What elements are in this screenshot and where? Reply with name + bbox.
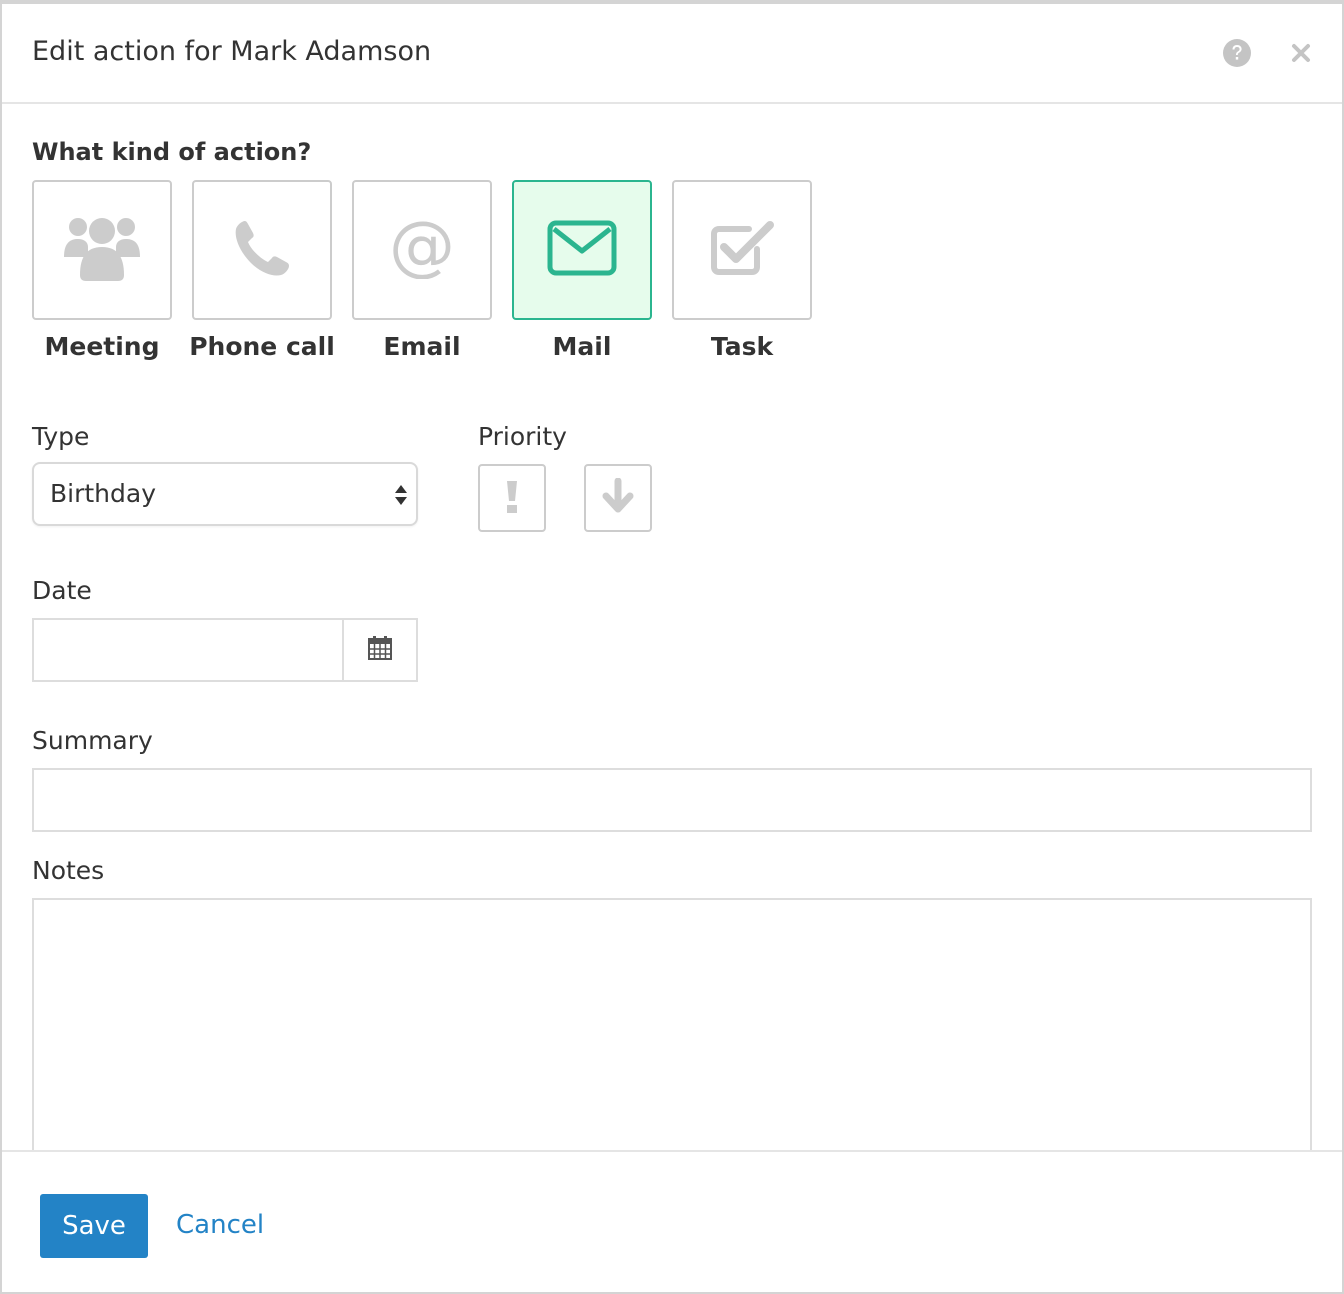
date-label: Date bbox=[32, 576, 92, 605]
at-icon: @ bbox=[389, 207, 455, 284]
priority-label: Priority bbox=[478, 422, 567, 451]
arrow-down-icon bbox=[600, 477, 636, 518]
edit-action-dialog: Edit action for Mark Adamson What kind o… bbox=[0, 0, 1344, 1294]
priority-high-button[interactable] bbox=[478, 464, 546, 532]
date-picker-button[interactable] bbox=[342, 618, 418, 682]
svg-text:@: @ bbox=[391, 217, 453, 279]
calendar-icon bbox=[367, 635, 393, 665]
action-kind-heading: What kind of action? bbox=[32, 138, 312, 166]
action-kind-task[interactable]: Task bbox=[672, 180, 812, 380]
action-kind-label: Email bbox=[383, 332, 461, 361]
envelope-icon bbox=[547, 220, 617, 280]
summary-input[interactable] bbox=[32, 768, 1312, 832]
cancel-link[interactable]: Cancel bbox=[176, 1210, 264, 1240]
exclamation-icon bbox=[505, 479, 519, 517]
priority-low-button[interactable] bbox=[584, 464, 652, 532]
phone-icon bbox=[233, 219, 291, 281]
notes-textarea[interactable] bbox=[32, 898, 1312, 1168]
dialog-header: Edit action for Mark Adamson bbox=[2, 4, 1342, 104]
phone-call-tile[interactable] bbox=[192, 180, 332, 320]
summary-label: Summary bbox=[32, 726, 153, 755]
date-input[interactable] bbox=[32, 618, 342, 682]
dialog-footer: Save Cancel bbox=[2, 1150, 1342, 1292]
checkbox-icon bbox=[709, 219, 775, 281]
action-kind-email[interactable]: @ Email bbox=[352, 180, 492, 380]
action-kind-label: Meeting bbox=[44, 332, 160, 361]
action-kind-phone-call[interactable]: Phone call bbox=[189, 180, 335, 380]
question-circle-icon[interactable] bbox=[1221, 37, 1253, 69]
mail-tile[interactable] bbox=[512, 180, 652, 320]
action-kind-label: Task bbox=[710, 332, 774, 361]
dialog-title: Edit action for Mark Adamson bbox=[32, 36, 432, 67]
type-select-value: Birthday bbox=[50, 479, 157, 508]
type-label: Type bbox=[32, 422, 90, 451]
save-button[interactable]: Save bbox=[40, 1194, 148, 1258]
users-icon bbox=[64, 213, 140, 287]
meeting-tile[interactable] bbox=[32, 180, 172, 320]
email-tile[interactable]: @ bbox=[352, 180, 492, 320]
notes-label: Notes bbox=[32, 856, 105, 885]
type-select[interactable]: Birthday bbox=[32, 462, 418, 526]
task-tile[interactable] bbox=[672, 180, 812, 320]
close-icon[interactable] bbox=[1285, 37, 1317, 69]
select-arrows-icon bbox=[394, 481, 408, 509]
action-kind-label: Mail bbox=[552, 332, 612, 361]
action-kind-meeting[interactable]: Meeting bbox=[32, 180, 172, 380]
action-kind-label: Phone call bbox=[189, 332, 335, 361]
action-kind-mail[interactable]: Mail bbox=[512, 180, 652, 380]
